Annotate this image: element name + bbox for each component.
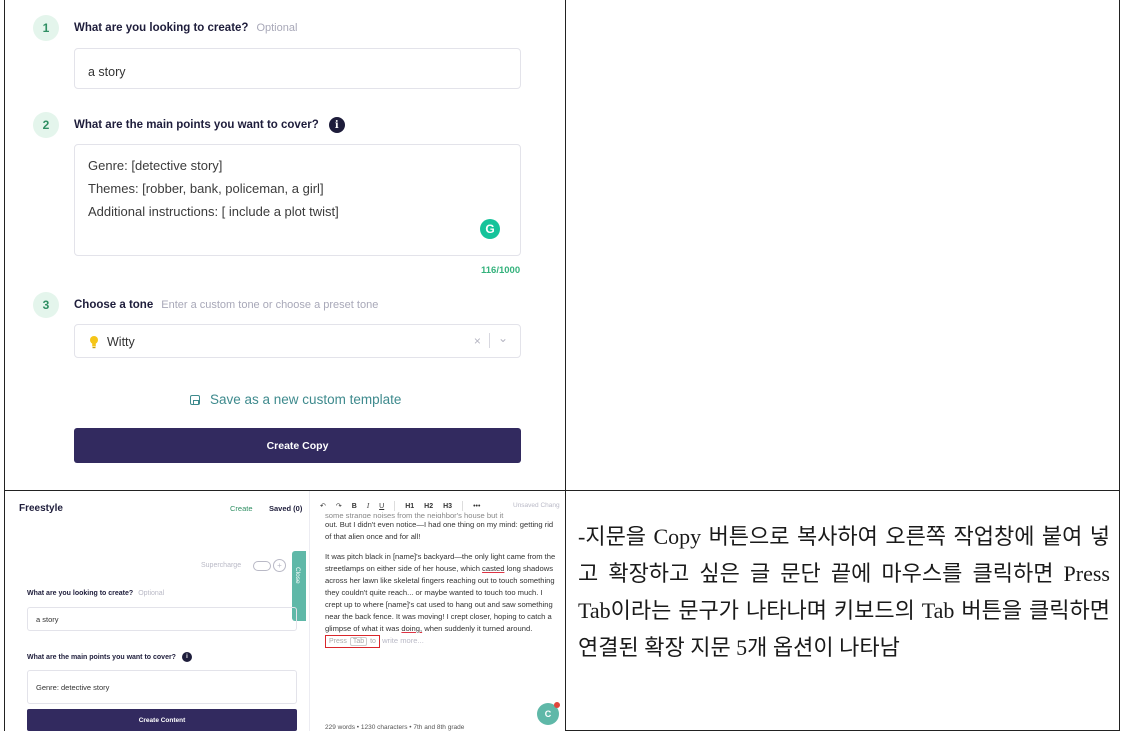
- close-label: Close: [294, 567, 301, 584]
- tab-create[interactable]: Create: [230, 504, 253, 513]
- character-counter: 116/1000: [481, 265, 521, 276]
- bold-button[interactable]: B: [352, 503, 357, 510]
- write-more-hint: write more...: [382, 636, 424, 645]
- step-2-badge: 2: [33, 112, 59, 138]
- toolbar-separator: [462, 501, 464, 511]
- press-label: Press: [329, 638, 347, 645]
- freestyle-panel: Freestyle Create Saved (0) Supercharge +…: [5, 491, 565, 731]
- editor-paragraph: It was pitch black in [name]'s backyard—…: [325, 551, 557, 648]
- step-1-optional: Optional: [256, 22, 298, 34]
- press-tab-hint[interactable]: Press Tab to: [325, 635, 380, 648]
- step-2-header: 2 What are the main points you want to c…: [33, 112, 345, 138]
- chevron-down-icon[interactable]: ⌄: [498, 331, 508, 345]
- redo-icon[interactable]: ↷: [336, 502, 342, 510]
- editor-status-bar: 229 words • 1230 characters • 7th and 8t…: [325, 724, 465, 731]
- chat-icon[interactable]: C: [537, 702, 560, 725]
- textarea-line: Genre: [detective story]: [88, 158, 223, 173]
- save-template-link[interactable]: Save as a new custom template: [190, 392, 401, 407]
- tone-value: Witty: [107, 335, 135, 349]
- main-points-textarea[interactable]: Genre: [detective story] Themes: [robber…: [74, 144, 521, 256]
- fs-info-icon[interactable]: i: [181, 652, 192, 662]
- editor-text-flagged: casted: [482, 564, 505, 573]
- tab-key-label: Tab: [349, 637, 368, 646]
- step-3-badge: 3: [33, 292, 59, 318]
- step-1-header: 1 What are you looking to create? Option…: [33, 15, 297, 41]
- create-input-value: a story: [88, 65, 126, 79]
- editor-cut-line: some strange noises from the neighbor's …: [325, 511, 504, 518]
- editor-content[interactable]: some strange noises from the neighbor's …: [325, 511, 557, 656]
- step-1-label: What are you looking to create?: [74, 22, 249, 34]
- plus-icon[interactable]: +: [273, 559, 286, 572]
- fs-question-1: What are you looking to create? Optional: [27, 590, 164, 597]
- toolbar-separator: [394, 501, 396, 511]
- step-3-label: Choose a tone: [74, 299, 154, 311]
- tab-saved[interactable]: Saved (0): [269, 504, 302, 513]
- to-label: to: [370, 638, 376, 645]
- supercharge-toggle[interactable]: [253, 561, 271, 571]
- h2-button[interactable]: H2: [424, 503, 433, 510]
- step-3-hint: Enter a custom tone or choose a preset t…: [161, 299, 379, 311]
- tone-separator: [488, 333, 490, 348]
- more-options-icon[interactable]: •••: [473, 503, 480, 510]
- supercharge-label: Supercharge: [201, 562, 242, 569]
- freestyle-title: Freestyle: [19, 503, 63, 514]
- undo-icon[interactable]: ↶: [320, 502, 326, 510]
- description-text: -지문을 Copy 버튼으로 복사하여 오른쪽 작업창에 붙여 넣고 확장하고 …: [578, 524, 1110, 660]
- editor-toolbar: ↶ ↷ B I U H1 H2 H3 •••: [320, 501, 490, 511]
- editor-text-flagged: doing,: [401, 624, 423, 633]
- grammarly-icon[interactable]: G: [480, 219, 500, 239]
- h1-button[interactable]: H1: [405, 503, 414, 510]
- unsaved-changes-label: Unsaved Chang: [513, 502, 560, 509]
- fs-question-1-label: What are you looking to create?: [27, 590, 134, 597]
- underline-button[interactable]: U: [379, 503, 384, 510]
- editor-paragraph: out. But I didn't even notice—I had one …: [325, 520, 554, 541]
- info-icon[interactable]: i: [328, 117, 345, 133]
- fs-question-2-label: What are the main points you want to cov…: [27, 653, 176, 661]
- h3-button[interactable]: H3: [443, 503, 452, 510]
- clear-icon[interactable]: ×: [474, 334, 481, 348]
- create-input[interactable]: a story: [74, 48, 521, 89]
- fs-create-input[interactable]: a story: [27, 607, 297, 631]
- save-template-label: Save as a new custom template: [210, 392, 402, 407]
- create-copy-button[interactable]: Create Copy: [74, 428, 521, 463]
- editor-text: when suddenly it turned around.: [424, 624, 533, 633]
- italic-button[interactable]: I: [367, 502, 369, 510]
- step-2-label: What are the main points you want to cov…: [74, 119, 319, 131]
- table-column-divider: [565, 0, 566, 731]
- textarea-line: Themes: [robber, bank, policeman, a girl…: [88, 181, 324, 196]
- step-3-header: 3 Choose a tone Enter a custom tone or c…: [33, 292, 378, 318]
- editor-text: long shadows across her lawn like skelet…: [325, 564, 555, 633]
- textarea-line: Additional instructions: [ include a plo…: [88, 204, 339, 219]
- lightbulb-icon: [90, 336, 98, 349]
- tone-select[interactable]: Witty × ⌄: [74, 324, 521, 358]
- fs-question-2: What are the main points you want to cov…: [27, 652, 192, 662]
- step-1-badge: 1: [33, 15, 59, 41]
- fs-divider: [309, 491, 310, 731]
- fs-main-points-input[interactable]: Genre: detective story: [27, 670, 297, 704]
- save-icon: [190, 394, 200, 405]
- fs-question-1-optional: Optional: [138, 590, 165, 597]
- tone-controls: × ⌄: [474, 331, 508, 348]
- create-content-button[interactable]: Create Content: [27, 709, 297, 731]
